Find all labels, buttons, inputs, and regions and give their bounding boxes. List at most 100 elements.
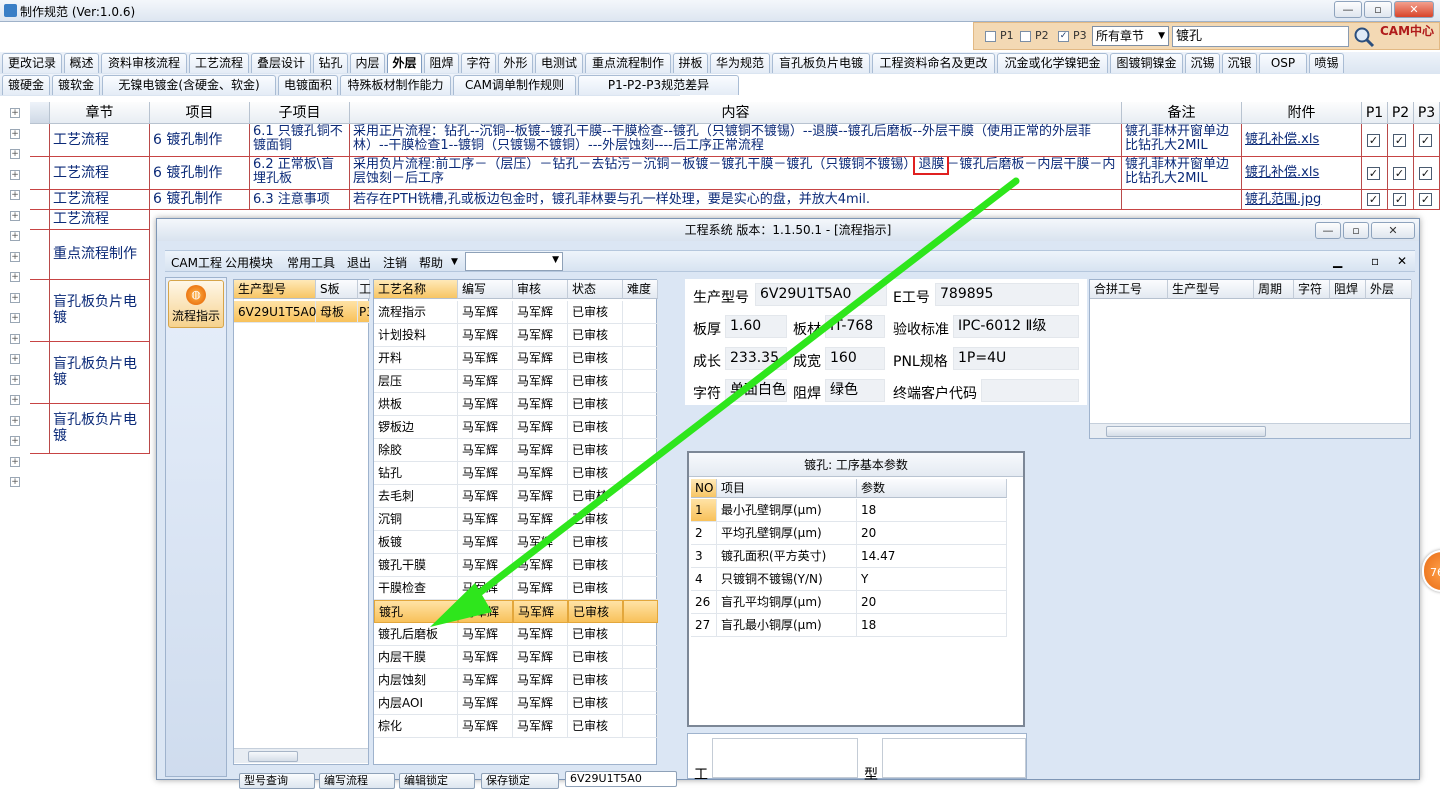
expand-icon[interactable]: + — [10, 292, 20, 303]
combine-col-mask[interactable]: 阻焊 — [1330, 280, 1366, 299]
proc-col-reviewer[interactable]: 审核 — [513, 280, 568, 299]
tab-14[interactable]: 华为规范 — [710, 53, 770, 73]
header-chapter[interactable]: 章节 — [50, 102, 150, 124]
scroll-thumb[interactable] — [248, 751, 298, 762]
tab-6[interactable]: 内层 — [350, 53, 385, 73]
tab-22[interactable]: 喷锡 — [1309, 53, 1344, 73]
info-wid-value[interactable]: 160 — [825, 347, 885, 370]
flow-indicator-button[interactable]: ◍ 流程指示 — [168, 280, 224, 328]
menu-cam[interactable]: CAM工程 — [171, 254, 222, 271]
expand-icon[interactable]: + — [10, 333, 20, 344]
p3-checkbox[interactable]: ✓ — [1058, 31, 1069, 42]
info-std-value[interactable]: IPC-6012 Ⅱ级 — [953, 315, 1079, 338]
expand-icon[interactable]: + — [10, 354, 20, 364]
bottom-field-a[interactable] — [712, 738, 858, 778]
expand-icon[interactable]: + — [10, 415, 20, 426]
combine-hscroll[interactable] — [1090, 423, 1410, 438]
tab-0[interactable]: 镀硬金 — [2, 75, 50, 95]
expand-icon[interactable]: + — [10, 149, 20, 159]
tab-9[interactable]: 字符 — [461, 53, 496, 73]
expand-icon[interactable]: + — [10, 436, 20, 446]
model-hscroll[interactable] — [234, 748, 368, 763]
p2-checkbox-cell[interactable]: ✓ — [1393, 193, 1406, 206]
expand-icon[interactable]: + — [10, 231, 20, 241]
eng-minimize-button[interactable]: — — [1315, 222, 1341, 239]
proc-col-name[interactable]: 工艺名称 — [374, 280, 458, 299]
tab-5[interactable]: 钻孔 — [313, 53, 348, 73]
header-attachment[interactable]: 附件 — [1242, 102, 1362, 124]
scroll-thumb[interactable] — [1106, 426, 1266, 437]
expand-icon[interactable]: + — [10, 272, 20, 282]
model-col-header[interactable]: 生产型号 — [234, 280, 316, 299]
edit-flow-button[interactable]: 编写流程 — [319, 773, 395, 789]
cell-attachment[interactable]: 镀孔补偿.xls — [1242, 157, 1362, 190]
proc-col-status[interactable]: 状态 — [568, 280, 623, 299]
info-model-value[interactable]: 6V29U1T5A0 — [755, 283, 887, 306]
combine-col-outer[interactable]: 外层 — [1366, 280, 1412, 299]
header-content[interactable]: 内容 — [350, 102, 1122, 124]
eng-close-button[interactable]: ✕ — [1371, 222, 1415, 239]
combine-col-cycle[interactable]: 周期 — [1254, 280, 1294, 299]
header-note[interactable]: 备注 — [1122, 102, 1242, 124]
maximize-button[interactable]: ▫ — [1364, 1, 1392, 18]
tab-0[interactable]: 更改记录 — [2, 53, 62, 73]
extra-col-header[interactable]: 工 — [358, 280, 371, 299]
expand-icon[interactable]: + — [10, 456, 20, 467]
sboard-col-header[interactable]: S板 — [316, 280, 358, 299]
p1-checkbox-cell[interactable]: ✓ — [1367, 167, 1380, 180]
expand-icon[interactable]: + — [10, 251, 20, 262]
menu-public[interactable]: 公用模块 — [225, 254, 273, 271]
expand-icon[interactable]: + — [10, 395, 20, 405]
bottom-model-field[interactable]: 6V29U1T5A0 — [565, 771, 677, 787]
attachment-link[interactable]: 镀孔补偿.xls — [1245, 165, 1319, 180]
menu-help[interactable]: 帮助 — [419, 254, 443, 271]
floating-badge[interactable]: 76 — [1422, 550, 1440, 592]
expand-icon[interactable]: + — [10, 190, 20, 200]
p3-checkbox-cell[interactable]: ✓ — [1419, 193, 1432, 206]
combine-col-char[interactable]: 字符 — [1294, 280, 1330, 299]
header-p1[interactable]: P1 — [1362, 102, 1388, 124]
menu-exit[interactable]: 退出 — [347, 254, 371, 271]
menu-logout[interactable]: 注销 — [383, 254, 407, 271]
expand-icon[interactable]: + — [10, 477, 20, 487]
expand-icon[interactable]: + — [10, 108, 20, 118]
select-all-corner[interactable] — [30, 102, 50, 124]
attachment-link[interactable]: 镀孔范围.jpg — [1245, 192, 1321, 207]
param-col-item[interactable]: 项目 — [717, 479, 857, 498]
expand-icon[interactable]: + — [10, 210, 20, 221]
info-thick-value[interactable]: 1.60 — [725, 315, 787, 338]
tab-19[interactable]: 沉锡 — [1185, 53, 1220, 73]
minimize-button[interactable]: — — [1334, 1, 1362, 18]
tab-4[interactable]: 特殊板材制作能力 — [340, 75, 451, 95]
tab-1[interactable]: 概述 — [64, 53, 99, 73]
tab-20[interactable]: 沉银 — [1222, 53, 1257, 73]
tab-10[interactable]: 外形 — [498, 53, 533, 73]
info-cust-value[interactable] — [981, 379, 1079, 402]
cell-attachment[interactable]: 镀孔范围.jpg — [1242, 190, 1362, 210]
tab-15[interactable]: 盲孔板负片电镀 — [772, 53, 870, 73]
header-p3[interactable]: P3 — [1414, 102, 1440, 124]
header-subitem[interactable]: 子项目 — [250, 102, 350, 124]
param-col-value[interactable]: 参数 — [857, 479, 1007, 498]
tab-2[interactable]: 无镍电镀金(含硬金、软金) — [102, 75, 276, 95]
tab-3[interactable]: 工艺流程 — [189, 53, 249, 73]
expand-icon[interactable]: + — [10, 313, 20, 323]
info-char-value[interactable]: 单面白色 — [725, 379, 787, 402]
info-mat-value[interactable]: IT-768 — [825, 315, 885, 338]
mdi-restore-icon[interactable]: ▫ — [1371, 254, 1379, 268]
search-button[interactable] — [1351, 25, 1377, 48]
expand-icon[interactable]: + — [10, 374, 20, 385]
tab-6[interactable]: P1-P2-P3规范差异 — [578, 75, 739, 95]
cell-attachment[interactable]: 镀孔补偿.xls — [1242, 124, 1362, 157]
info-mask-value[interactable]: 绿色 — [825, 379, 885, 402]
p2-checkbox[interactable] — [1020, 31, 1031, 42]
p1-checkbox[interactable] — [985, 31, 996, 42]
search-input[interactable]: 镀孔 — [1172, 26, 1349, 47]
p2-checkbox-cell[interactable]: ✓ — [1393, 167, 1406, 180]
p1-checkbox-cell[interactable]: ✓ — [1367, 193, 1380, 206]
tab-8[interactable]: 阻焊 — [424, 53, 459, 73]
tab-17[interactable]: 沉金或化学镍钯金 — [997, 53, 1108, 73]
header-item[interactable]: 项目 — [150, 102, 250, 124]
tab-4[interactable]: 叠层设计 — [251, 53, 311, 73]
save-lock-button[interactable]: 保存锁定 — [481, 773, 559, 789]
